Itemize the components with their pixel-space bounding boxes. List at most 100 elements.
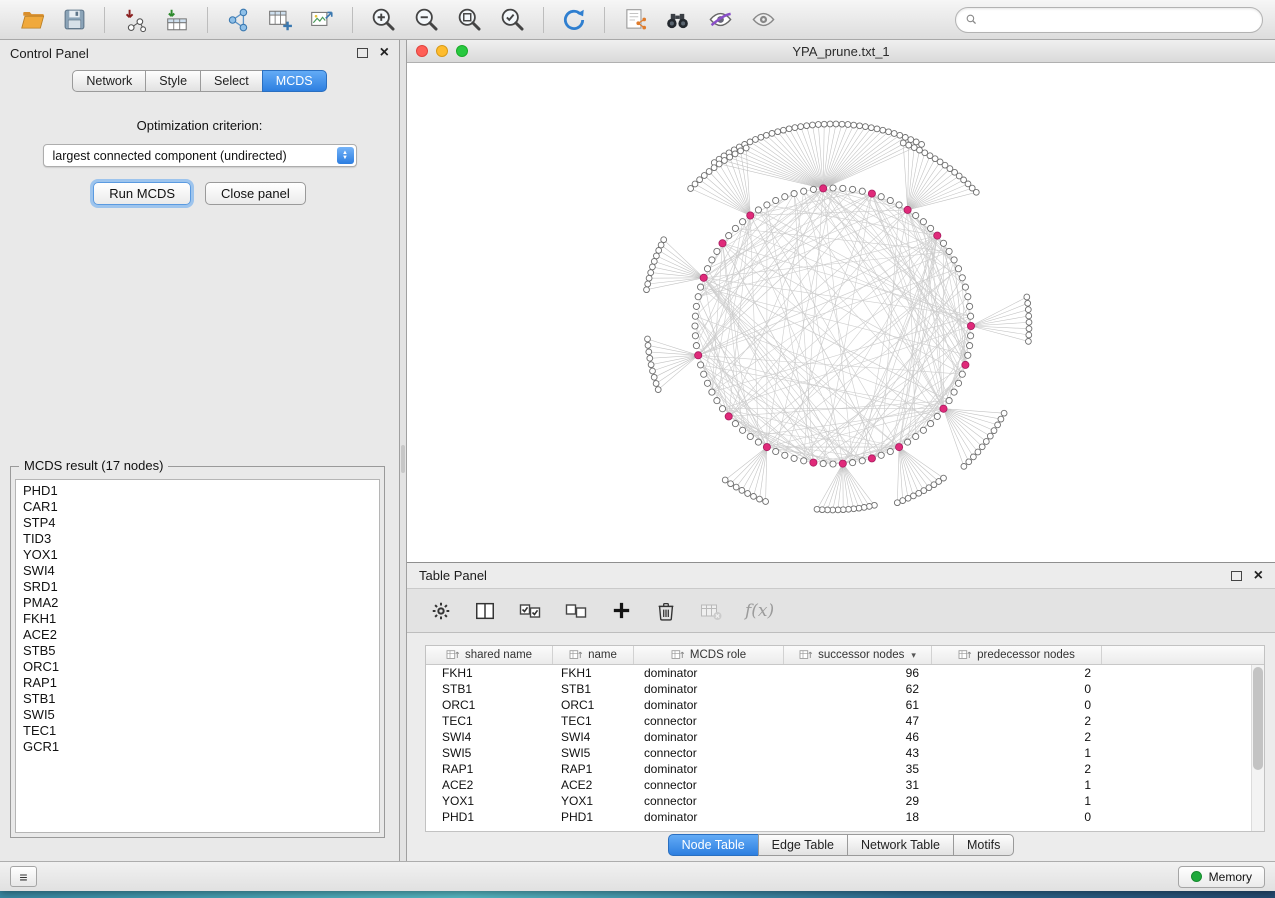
mcds-result-item[interactable]: GCR1 [23, 739, 379, 755]
close-window-button[interactable] [416, 45, 428, 57]
table-scrollbar[interactable] [1251, 665, 1264, 831]
column-header-predecessor-nodes[interactable]: predecessor nodes [932, 646, 1102, 664]
tab-edge-table[interactable]: Edge Table [758, 834, 848, 856]
zoom-in-button[interactable] [366, 3, 401, 37]
zoom-out-icon [413, 6, 440, 33]
unselect-all-button[interactable] [557, 597, 595, 625]
tab-network-table[interactable]: Network Table [847, 834, 954, 856]
close-panel-icon[interactable]: × [380, 45, 389, 61]
fx-icon: f(x) [745, 601, 774, 621]
gear-button[interactable] [423, 598, 459, 624]
zoom-selected-button[interactable] [495, 3, 530, 37]
table-row[interactable]: TEC1TEC1connector472 [426, 713, 1251, 729]
show-all-button[interactable] [746, 3, 781, 37]
minimize-window-button[interactable] [436, 45, 448, 57]
memory-label: Memory [1209, 870, 1252, 884]
mcds-result-item[interactable]: STP4 [23, 515, 379, 531]
mcds-result-item[interactable]: PHD1 [23, 483, 379, 499]
delete-row-button[interactable] [648, 598, 684, 624]
mcds-result-item[interactable]: PMA2 [23, 595, 379, 611]
cell-name: ORC1 [553, 697, 634, 713]
search-input[interactable] [984, 12, 1253, 28]
task-history-button[interactable]: ≡ [10, 866, 37, 887]
memory-status-icon [1191, 871, 1202, 882]
column-header-shared-name[interactable]: shared name [426, 646, 553, 664]
cell-predecessor-nodes: 0 [932, 681, 1102, 697]
cell-shared-name: PHD1 [426, 809, 553, 825]
network-canvas[interactable] [407, 63, 1275, 563]
table-row[interactable]: FKH1FKH1dominator962 [426, 665, 1251, 681]
mcds-result-item[interactable]: RAP1 [23, 675, 379, 691]
mcds-result-item[interactable]: STB1 [23, 691, 379, 707]
table-row[interactable]: STB1STB1dominator620 [426, 681, 1251, 697]
close-panel-button[interactable]: Close panel [205, 182, 306, 205]
select-all-button[interactable] [511, 597, 549, 625]
mcds-result-item[interactable]: YOX1 [23, 547, 379, 563]
search-box[interactable] [955, 7, 1263, 33]
column-header-name[interactable]: name [553, 646, 634, 664]
mcds-result-item[interactable]: SWI4 [23, 563, 379, 579]
scrollbar-thumb[interactable] [1253, 667, 1263, 770]
tab-select[interactable]: Select [200, 70, 263, 92]
table-row[interactable]: SWI5SWI5connector431 [426, 745, 1251, 761]
new-network-button[interactable] [221, 3, 255, 37]
mcds-result-item[interactable]: TEC1 [23, 723, 379, 739]
float-table-panel-icon[interactable] [1231, 571, 1242, 581]
column-header-successor-nodes[interactable]: successor nodes▾ [784, 646, 932, 664]
mcds-result-item[interactable]: ORC1 [23, 659, 379, 675]
zoom-window-button[interactable] [456, 45, 468, 57]
columns-button[interactable] [467, 598, 503, 624]
import-network-button[interactable] [118, 3, 152, 37]
toolbar-separator [352, 7, 353, 33]
import-table-button[interactable] [160, 3, 194, 37]
table-row[interactable]: SWI4SWI4dominator462 [426, 729, 1251, 745]
select-stepper-icon: ▲▼ [337, 147, 354, 164]
cell-shared-name: ACE2 [426, 777, 553, 793]
refresh-button[interactable] [557, 3, 591, 37]
tab-network[interactable]: Network [72, 70, 146, 92]
zoom-fit-button[interactable] [452, 3, 487, 37]
mcds-result-item[interactable]: TID3 [23, 531, 379, 547]
table-row[interactable]: ORC1ORC1dominator610 [426, 697, 1251, 713]
table-row[interactable]: RAP1RAP1dominator352 [426, 761, 1251, 777]
mcds-result-item[interactable]: STB5 [23, 643, 379, 659]
export-image-button[interactable] [305, 3, 339, 37]
save-session-button[interactable] [58, 3, 91, 37]
table-body: FKH1FKH1dominator962STB1STB1dominator620… [426, 665, 1251, 831]
table-row[interactable]: ACE2ACE2connector311 [426, 777, 1251, 793]
mcds-result-item[interactable]: FKH1 [23, 611, 379, 627]
mcds-result-item[interactable]: SRD1 [23, 579, 379, 595]
column-header-mcds-role[interactable]: MCDS role [634, 646, 784, 664]
tab-motifs[interactable]: Motifs [953, 834, 1014, 856]
panel-splitter[interactable] [400, 40, 407, 861]
delete-table-icon [699, 599, 723, 623]
mcds-result-item[interactable]: ACE2 [23, 627, 379, 643]
float-panel-icon[interactable] [357, 48, 368, 58]
hide-selected-button[interactable] [703, 3, 738, 37]
tab-node-table[interactable]: Node Table [668, 834, 759, 856]
open-session-button[interactable] [16, 3, 50, 37]
select-all-icon [518, 599, 542, 623]
mcds-result-list[interactable]: PHD1CAR1STP4TID3YOX1SWI4SRD1PMA2FKH1ACE2… [15, 479, 380, 833]
export-document-button[interactable] [618, 3, 652, 37]
criterion-select[interactable]: largest connected component (undirected)… [43, 144, 357, 167]
cell-successor-nodes: 46 [784, 729, 932, 745]
new-table-button[interactable] [263, 3, 297, 37]
mcds-result-item[interactable]: SWI5 [23, 707, 379, 723]
find-button[interactable] [660, 3, 695, 37]
tab-mcds[interactable]: MCDS [262, 70, 327, 92]
mcds-result-item[interactable]: CAR1 [23, 499, 379, 515]
table-row[interactable]: YOX1YOX1connector291 [426, 793, 1251, 809]
close-table-panel-icon[interactable]: × [1254, 568, 1263, 584]
cell-name: ACE2 [553, 777, 634, 793]
control-panel-title: Control Panel [10, 46, 89, 61]
memory-button[interactable]: Memory [1178, 866, 1265, 888]
tab-style[interactable]: Style [145, 70, 201, 92]
table-row[interactable]: PHD1PHD1dominator180 [426, 809, 1251, 825]
cell-successor-nodes: 31 [784, 777, 932, 793]
zoom-out-button[interactable] [409, 3, 444, 37]
optimization-criterion-label: Optimization criterion: [0, 118, 399, 133]
run-mcds-button[interactable]: Run MCDS [93, 182, 191, 205]
add-row-button[interactable] [603, 597, 640, 624]
import-network-icon [122, 7, 148, 33]
